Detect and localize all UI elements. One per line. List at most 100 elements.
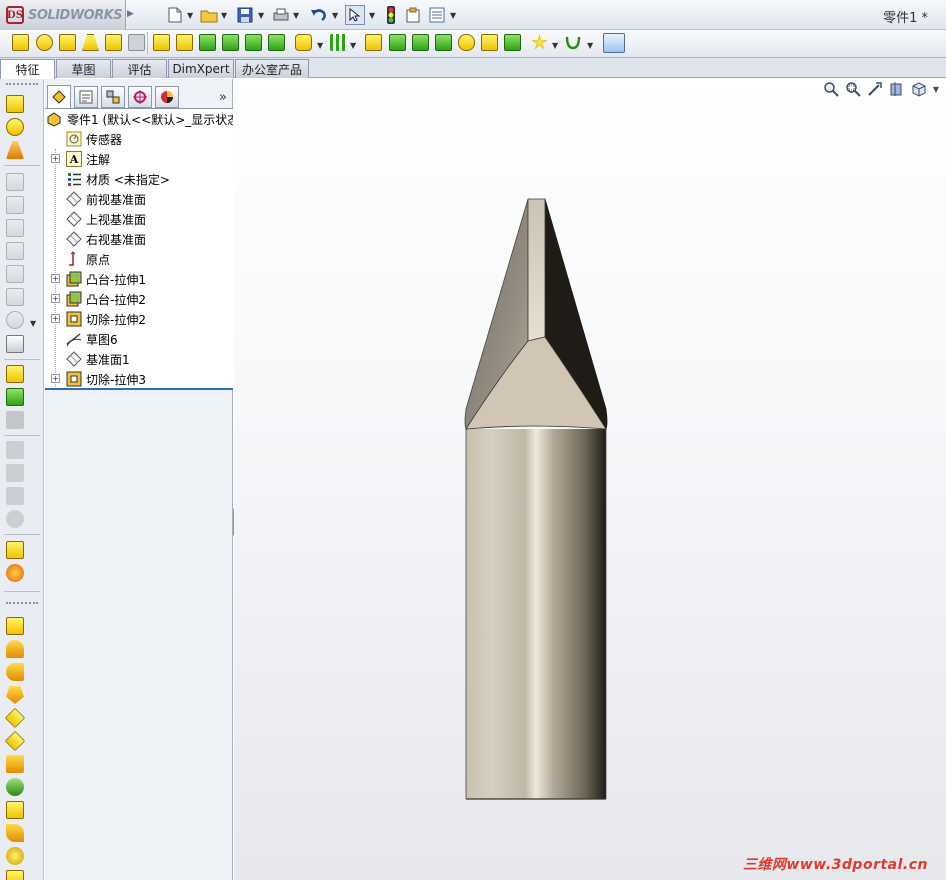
- chamfer-strip-icon[interactable]: [4, 707, 26, 729]
- draft-strip-icon[interactable]: [6, 265, 24, 283]
- shell-icon[interactable]: [412, 34, 429, 51]
- expand-plus-icon[interactable]: +: [51, 154, 60, 163]
- extruded-boss-strip-icon[interactable]: [6, 95, 24, 113]
- revolved-cut-icon[interactable]: [199, 34, 216, 51]
- swept-strip-icon[interactable]: [6, 219, 24, 237]
- options-dropdown-caret-icon[interactable]: ▼: [450, 11, 456, 20]
- instant3d-icon[interactable]: [603, 33, 625, 53]
- curves-icon[interactable]: [565, 34, 582, 51]
- graphics-area[interactable]: ▼ 三维网www.3dportal.cn: [234, 79, 946, 880]
- thicken-icon[interactable]: [128, 34, 145, 51]
- fillet-strip-icon[interactable]: [6, 541, 24, 559]
- options-icon[interactable]: [428, 6, 446, 24]
- select-arrow-icon[interactable]: [345, 5, 365, 25]
- extruded-cut-strip-icon[interactable]: [6, 365, 24, 383]
- dimxpert-manager-tab-icon[interactable]: [128, 86, 152, 108]
- hole-wizard-icon[interactable]: [176, 34, 193, 51]
- sweep-strip-icon[interactable]: [6, 663, 24, 681]
- revolved-boss-strip-icon[interactable]: [6, 118, 24, 136]
- reference-geometry-dropdown-caret-icon[interactable]: ▼: [552, 41, 558, 50]
- boundary-boss-icon[interactable]: [105, 34, 122, 51]
- part-model-render[interactable]: [234, 79, 946, 880]
- appearance-strip-icon[interactable]: [6, 564, 24, 582]
- reference-plane-strip-icon[interactable]: [6, 617, 24, 635]
- feature-manager-tab-icon[interactable]: [47, 85, 71, 109]
- revolved-cut-strip-icon[interactable]: [6, 388, 24, 406]
- fillet-dropdown-caret-icon[interactable]: ▼: [317, 41, 323, 50]
- mirror-icon[interactable]: [504, 34, 521, 51]
- open-folder-icon[interactable]: [200, 6, 218, 24]
- draft-icon[interactable]: [389, 34, 406, 51]
- rib-icon[interactable]: [365, 34, 382, 51]
- loft-strip-icon[interactable]: [6, 141, 24, 159]
- extruded-cut-icon[interactable]: [153, 34, 170, 51]
- dome-strip-icon[interactable]: [6, 311, 24, 329]
- expand-plus-icon[interactable]: +: [51, 274, 60, 283]
- combine-strip-icon[interactable]: [6, 510, 24, 528]
- strip-dropdown-caret-icon[interactable]: ▼: [30, 319, 36, 328]
- swept-cut-icon[interactable]: [222, 34, 239, 51]
- tab-features[interactable]: 特征: [0, 59, 55, 79]
- property-manager-tab-icon[interactable]: [74, 86, 98, 108]
- loft-curve-strip-icon[interactable]: [6, 686, 24, 704]
- tab-sketch[interactable]: 草图: [56, 59, 111, 78]
- undo-dropdown-caret-icon[interactable]: ▼: [332, 11, 338, 20]
- thicken-strip-icon[interactable]: [6, 196, 24, 214]
- wrap-icon[interactable]: [435, 34, 452, 51]
- delete-body-strip-icon[interactable]: [6, 847, 24, 865]
- print-icon[interactable]: [272, 6, 290, 24]
- swept-boss-icon[interactable]: [59, 34, 76, 51]
- configuration-manager-tab-icon[interactable]: [101, 86, 125, 108]
- revolved-boss-icon[interactable]: [36, 34, 53, 51]
- draft-angle-strip-icon[interactable]: [4, 730, 26, 752]
- save-icon[interactable]: [236, 6, 254, 24]
- move-face-strip-icon[interactable]: [6, 441, 24, 459]
- mold-strip-icon[interactable]: [6, 778, 24, 796]
- curves-dropdown-caret-icon[interactable]: ▼: [587, 41, 593, 50]
- file-properties-icon[interactable]: [404, 6, 422, 24]
- reference-geometry-icon[interactable]: [531, 34, 548, 50]
- save-dropdown-caret-icon[interactable]: ▼: [258, 11, 264, 20]
- revolve-strip-icon[interactable]: [6, 640, 24, 658]
- panel-expand-more-icon[interactable]: »: [219, 90, 227, 105]
- boundary-cut-icon[interactable]: [268, 34, 285, 51]
- intersect-icon[interactable]: [481, 34, 498, 51]
- print-dropdown-caret-icon[interactable]: ▼: [293, 11, 299, 20]
- undo-icon[interactable]: [310, 6, 328, 24]
- surface-strip-icon[interactable]: [6, 755, 24, 773]
- new-document-icon[interactable]: [166, 6, 184, 24]
- replace-face-strip-icon[interactable]: [6, 487, 24, 505]
- fillet-icon[interactable]: [295, 34, 312, 51]
- tree-item-label: 注解: [86, 152, 111, 167]
- open-dropdown-caret-icon[interactable]: ▼: [221, 11, 227, 20]
- dome-icon[interactable]: [458, 34, 475, 51]
- lofted-boss-icon[interactable]: [82, 34, 99, 51]
- delete-face-strip-icon[interactable]: [6, 464, 24, 482]
- expand-plus-icon[interactable]: +: [51, 374, 60, 383]
- lofted-cut-icon[interactable]: [245, 34, 262, 51]
- extruded-boss-icon[interactable]: [12, 34, 29, 51]
- tab-dimxpert[interactable]: DimXpert: [168, 59, 234, 78]
- select-dropdown-caret-icon[interactable]: ▼: [369, 11, 375, 20]
- more-strip-icon[interactable]: [6, 870, 24, 880]
- boundary-strip-icon[interactable]: [6, 173, 24, 191]
- rebuild-icon[interactable]: [382, 6, 400, 24]
- solidworks-logo[interactable]: DS SOLIDWORKS: [0, 0, 126, 30]
- split-strip-icon[interactable]: [6, 411, 24, 429]
- strip-grip[interactable]: [6, 83, 38, 86]
- strip-grip[interactable]: [6, 602, 38, 605]
- pattern-dropdown-caret-icon[interactable]: ▼: [350, 41, 356, 50]
- rib-strip-icon[interactable]: [6, 242, 24, 260]
- tab-evaluate[interactable]: 评估: [112, 59, 167, 78]
- tab-office-products[interactable]: 办公室产品: [235, 59, 309, 78]
- new-dropdown-caret-icon[interactable]: ▼: [187, 11, 193, 20]
- hole-strip-icon[interactable]: [6, 335, 24, 353]
- menu-expand-arrow-icon[interactable]: ▶: [127, 9, 134, 19]
- display-manager-tab-icon[interactable]: [155, 86, 179, 108]
- expand-plus-icon[interactable]: +: [51, 294, 60, 303]
- expand-plus-icon[interactable]: +: [51, 314, 60, 323]
- linear-pattern-icon[interactable]: [330, 34, 347, 51]
- wrap-strip-icon[interactable]: [6, 288, 24, 306]
- shell-strip-icon[interactable]: [6, 801, 24, 819]
- flex-strip-icon[interactable]: [6, 824, 24, 842]
